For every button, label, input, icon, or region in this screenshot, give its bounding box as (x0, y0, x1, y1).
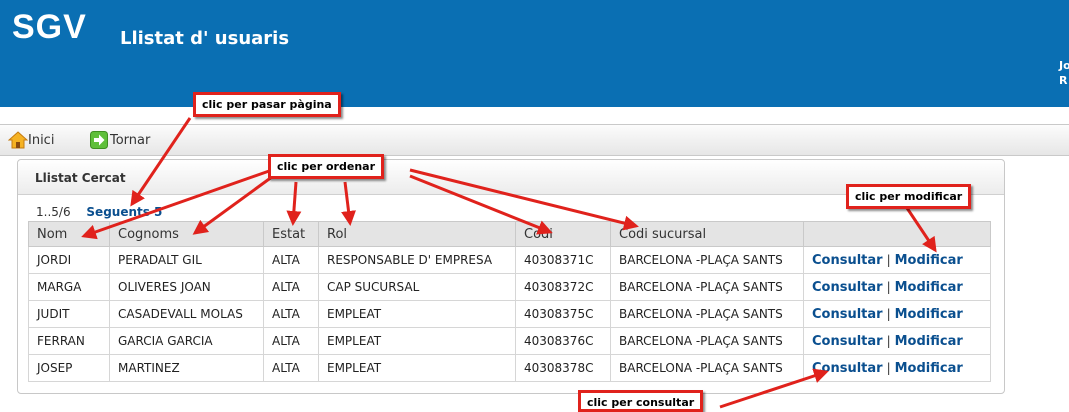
pager-range: 1..5/6 (36, 205, 71, 219)
callout-consult: clic per consultar (578, 390, 704, 412)
cell-rol: CAP SUCURSAL (318, 273, 516, 301)
pager: 1..5/6 Seguents 5 (36, 205, 162, 219)
cell-cognoms: CASADEVALL MOLAS (109, 300, 264, 328)
modify-link[interactable]: Modificar (895, 280, 963, 295)
action-separator: | (886, 360, 891, 375)
cell-codi: 40308378C (515, 354, 611, 382)
cell-codi: 40308371C (515, 246, 611, 274)
cell-codi-sucursal: BARCELONA -PLAÇA SANTS (610, 273, 804, 301)
cell-actions: Consultar | Modificar (803, 327, 991, 355)
cell-nom: FERRAN (28, 327, 110, 355)
cell-estat: ALTA (263, 273, 319, 301)
consult-link[interactable]: Consultar (812, 334, 883, 349)
user-info-line2: R (1059, 74, 1068, 87)
cell-estat: ALTA (263, 300, 319, 328)
cell-rol: EMPLEAT (318, 327, 516, 355)
back-button-label: Tornar (110, 132, 151, 148)
panel-title: Llistat Cercat (35, 171, 126, 185)
table-row: FERRAN GARCIA GARCIA ALTA EMPLEAT 403083… (28, 327, 991, 355)
table-row: MARGA OLIVERES JOAN ALTA CAP SUCURSAL 40… (28, 273, 991, 301)
users-table: Nom Cognoms Estat Rol Codi Codi sucursal… (28, 221, 991, 382)
back-button[interactable]: Tornar (90, 131, 150, 149)
cell-actions: Consultar | Modificar (803, 300, 991, 328)
table-row: JUDIT CASADEVALL MOLAS ALTA EMPLEAT 4030… (28, 300, 991, 328)
modify-link[interactable]: Modificar (895, 334, 963, 349)
consult-link[interactable]: Consultar (812, 253, 883, 268)
cell-nom: JUDIT (28, 300, 110, 328)
cell-codi-sucursal: BARCELONA -PLAÇA SANTS (610, 327, 804, 355)
cell-cognoms: OLIVERES JOAN (109, 273, 264, 301)
cell-cognoms: PERADALT GIL (109, 246, 264, 274)
action-separator: | (886, 306, 891, 321)
modify-link[interactable]: Modificar (895, 307, 963, 322)
cell-actions: Consultar | Modificar (803, 246, 991, 274)
table-row: JOSEP MARTINEZ ALTA EMPLEAT 40308378C BA… (28, 354, 991, 382)
home-icon (8, 131, 28, 149)
cell-nom: JOSEP (28, 354, 110, 382)
table-row: JORDI PERADALT GIL ALTA RESPONSABLE D' E… (28, 246, 991, 274)
cell-codi: 40308375C (515, 300, 611, 328)
app-header: SGV Llistat d' usuaris Jo R (0, 0, 1069, 107)
cell-cognoms: GARCIA GARCIA (109, 327, 264, 355)
toolbar: Inici Tornar (0, 124, 1069, 156)
home-button[interactable]: Inici (8, 131, 54, 149)
arrow-right-icon (90, 131, 108, 149)
table-header-row: Nom Cognoms Estat Rol Codi Codi sucursal (28, 221, 991, 247)
user-info: Jo R (1059, 58, 1069, 88)
consult-link[interactable]: Consultar (812, 307, 883, 322)
cell-codi-sucursal: BARCELONA -PLAÇA SANTS (610, 246, 804, 274)
page-title: Llistat d' usuaris (120, 28, 290, 49)
home-button-label: Inici (28, 132, 55, 148)
column-header-nom[interactable]: Nom (28, 221, 110, 247)
app-logo: SGV (12, 8, 87, 46)
column-header-rol[interactable]: Rol (318, 221, 516, 247)
column-header-codi[interactable]: Codi (515, 221, 611, 247)
user-info-line1: Jo (1059, 59, 1069, 72)
column-header-estat[interactable]: Estat (263, 221, 319, 247)
action-separator: | (886, 252, 891, 267)
column-header-codi-sucursal[interactable]: Codi sucursal (610, 221, 804, 247)
callout-page: clic per pasar pàgina (193, 92, 341, 117)
consult-link[interactable]: Consultar (812, 280, 883, 295)
cell-nom: JORDI (28, 246, 110, 274)
consult-link[interactable]: Consultar (812, 361, 883, 376)
action-separator: | (886, 279, 891, 294)
cell-actions: Consultar | Modificar (803, 273, 991, 301)
cell-codi-sucursal: BARCELONA -PLAÇA SANTS (610, 300, 804, 328)
cell-actions: Consultar | Modificar (803, 354, 991, 382)
cell-codi: 40308376C (515, 327, 611, 355)
column-header-actions (803, 221, 991, 247)
cell-rol: RESPONSABLE D' EMPRESA (318, 246, 516, 274)
cell-codi-sucursal: BARCELONA -PLAÇA SANTS (610, 354, 804, 382)
callout-modify: clic per modificar (846, 184, 972, 209)
cell-estat: ALTA (263, 327, 319, 355)
modify-link[interactable]: Modificar (895, 253, 963, 268)
next-page-link[interactable]: Seguents 5 (86, 205, 162, 219)
cell-estat: ALTA (263, 354, 319, 382)
cell-cognoms: MARTINEZ (109, 354, 264, 382)
callout-sort: clic per ordenar (268, 154, 384, 179)
cell-codi: 40308372C (515, 273, 611, 301)
modify-link[interactable]: Modificar (895, 361, 963, 376)
action-separator: | (886, 333, 891, 348)
cell-rol: EMPLEAT (318, 300, 516, 328)
column-header-cognoms[interactable]: Cognoms (109, 221, 264, 247)
cell-rol: EMPLEAT (318, 354, 516, 382)
cell-estat: ALTA (263, 246, 319, 274)
cell-nom: MARGA (28, 273, 110, 301)
